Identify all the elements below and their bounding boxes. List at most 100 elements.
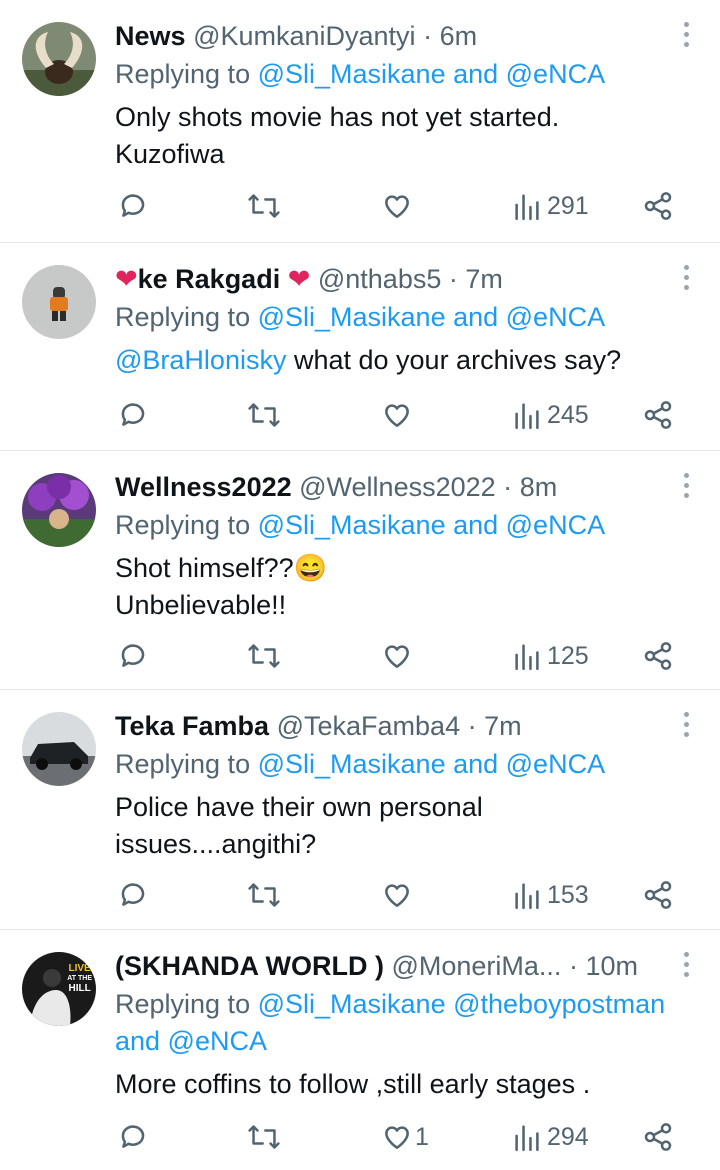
timestamp[interactable]: 8m bbox=[520, 472, 558, 502]
retweet-button[interactable] bbox=[247, 875, 281, 915]
views-icon bbox=[515, 1125, 539, 1151]
user-handle[interactable]: @nthabs5 bbox=[318, 264, 442, 294]
views-button[interactable]: 153 bbox=[513, 875, 589, 915]
like-button[interactable] bbox=[381, 875, 413, 915]
retweet-button[interactable] bbox=[247, 636, 281, 676]
retweet-icon bbox=[248, 403, 280, 427]
share-button[interactable] bbox=[642, 875, 674, 915]
reply-button[interactable] bbox=[117, 1117, 149, 1157]
avatar[interactable] bbox=[22, 22, 96, 96]
views-button[interactable]: 294 bbox=[513, 1117, 589, 1157]
retweet-icon bbox=[248, 1125, 280, 1149]
replying-to-label: Replying to bbox=[115, 59, 251, 89]
avatar[interactable]: LIVE AT THE HILL bbox=[22, 952, 96, 1026]
reply-button[interactable] bbox=[117, 636, 149, 676]
tweet[interactable]: ❤ke Rakgadi ❤ @nthabs5 · 7m Replying to … bbox=[0, 243, 720, 451]
tweet-text-line: Unbelievable!! bbox=[115, 590, 287, 620]
retweet-icon bbox=[248, 883, 280, 907]
like-button[interactable] bbox=[381, 395, 413, 435]
like-icon bbox=[385, 1126, 409, 1149]
share-button[interactable] bbox=[642, 636, 674, 676]
replying-to-label: Replying to bbox=[115, 989, 251, 1019]
views-icon bbox=[515, 644, 539, 670]
share-button[interactable] bbox=[642, 395, 674, 435]
replying-to-label: Replying to bbox=[115, 749, 251, 779]
reply-icon bbox=[121, 883, 145, 906]
display-name[interactable]: Wellness2022 bbox=[115, 472, 292, 502]
replying-to: Replying to @Sli_Masikane and @eNCA bbox=[115, 507, 680, 544]
reply-button[interactable] bbox=[117, 875, 149, 915]
like-button[interactable] bbox=[381, 636, 413, 676]
action-bar: 153 bbox=[0, 875, 720, 915]
reply-icon bbox=[121, 644, 145, 667]
separator-dot: · bbox=[448, 264, 458, 294]
avatar[interactable] bbox=[22, 265, 96, 339]
timestamp[interactable]: 7m bbox=[484, 711, 522, 741]
display-name[interactable]: ke Rakgadi bbox=[138, 264, 281, 294]
replying-to-link[interactable]: @Sli_Masikane and @eNCA bbox=[258, 510, 605, 540]
tweet[interactable]: News @KumkaniDyantyi · 6m Replying to @S… bbox=[0, 0, 720, 243]
retweet-button[interactable] bbox=[247, 1117, 281, 1157]
views-button[interactable]: 125 bbox=[513, 636, 589, 676]
display-name[interactable]: News bbox=[115, 21, 186, 51]
display-name[interactable]: (SKHANDA WORLD ) bbox=[115, 951, 384, 981]
like-icon bbox=[385, 404, 409, 427]
share-icon bbox=[644, 192, 672, 220]
share-icon bbox=[644, 881, 672, 909]
tweet-text: More coffins to follow ,still early stag… bbox=[115, 1066, 680, 1103]
reply-button[interactable] bbox=[117, 186, 149, 226]
user-handle[interactable]: @TekaFamba4 bbox=[277, 711, 461, 741]
avatar[interactable] bbox=[22, 712, 96, 786]
user-handle[interactable]: @KumkaniDyantyi bbox=[193, 21, 416, 51]
action-bar: 291 bbox=[0, 186, 720, 226]
views-button[interactable]: 245 bbox=[513, 395, 589, 435]
reply-icon bbox=[121, 403, 145, 426]
views-count: 245 bbox=[547, 400, 589, 429]
tweet-header: ❤ke Rakgadi ❤ @nthabs5 · 7m bbox=[115, 259, 680, 299]
like-button[interactable] bbox=[381, 186, 413, 226]
avatar-image bbox=[22, 265, 96, 339]
tweet[interactable]: LIVE AT THE HILL (SKHANDA WORLD ) @Moner… bbox=[0, 930, 720, 1170]
timestamp[interactable]: 10m bbox=[585, 951, 638, 981]
heart-emoji: ❤ bbox=[287, 264, 311, 294]
replying-to-link[interactable]: @Sli_Masikane @theboypostman bbox=[258, 989, 666, 1019]
tweet[interactable]: Teka Famba @TekaFamba4 · 7m Replying to … bbox=[0, 690, 720, 930]
user-handle[interactable]: @MoneriMa... bbox=[391, 951, 561, 981]
mention-link[interactable]: @BraHlonisky bbox=[115, 345, 286, 375]
views-count: 294 bbox=[547, 1122, 589, 1151]
tweet[interactable]: Wellness2022 @Wellness2022 · 8m Replying… bbox=[0, 451, 720, 690]
tweet-header: Teka Famba @TekaFamba4 · 7m bbox=[115, 706, 680, 746]
views-icon bbox=[515, 883, 539, 909]
views-icon bbox=[515, 403, 539, 429]
more-icon[interactable] bbox=[682, 265, 690, 290]
replying-to-link[interactable]: @Sli_Masikane and @eNCA bbox=[258, 749, 605, 779]
tweet-text-line: Only shots movie has not yet started. bbox=[115, 102, 560, 132]
views-count: 291 bbox=[547, 191, 589, 220]
like-button[interactable]: 1 bbox=[381, 1117, 429, 1157]
retweet-icon bbox=[248, 644, 280, 668]
more-icon[interactable] bbox=[682, 22, 690, 47]
share-button[interactable] bbox=[642, 1117, 674, 1157]
more-icon[interactable] bbox=[682, 473, 690, 498]
avatar[interactable] bbox=[22, 473, 96, 547]
replying-to-link[interactable]: @Sli_Masikane and @eNCA bbox=[258, 59, 605, 89]
retweet-button[interactable] bbox=[247, 395, 281, 435]
more-icon[interactable] bbox=[682, 712, 690, 737]
user-handle[interactable]: @Wellness2022 bbox=[299, 472, 496, 502]
tweet-text-line: Shot himself??😄 bbox=[115, 553, 328, 583]
share-button[interactable] bbox=[642, 186, 674, 226]
separator-dot: · bbox=[503, 472, 513, 502]
views-count: 153 bbox=[547, 880, 589, 909]
tweet-text: Shot himself??😄 Unbelievable!! bbox=[115, 550, 680, 624]
replying-to-link[interactable]: and @eNCA bbox=[115, 1023, 680, 1060]
views-button[interactable]: 291 bbox=[513, 186, 589, 226]
timestamp[interactable]: 6m bbox=[440, 21, 478, 51]
more-icon[interactable] bbox=[682, 952, 690, 977]
replying-to-link[interactable]: @Sli_Masikane and @eNCA bbox=[258, 302, 605, 332]
reply-button[interactable] bbox=[117, 395, 149, 435]
like-icon bbox=[385, 645, 409, 668]
replying-to: Replying to @Sli_Masikane and @eNCA bbox=[115, 746, 680, 783]
timestamp[interactable]: 7m bbox=[465, 264, 503, 294]
retweet-button[interactable] bbox=[247, 186, 281, 226]
display-name[interactable]: Teka Famba bbox=[115, 711, 269, 741]
